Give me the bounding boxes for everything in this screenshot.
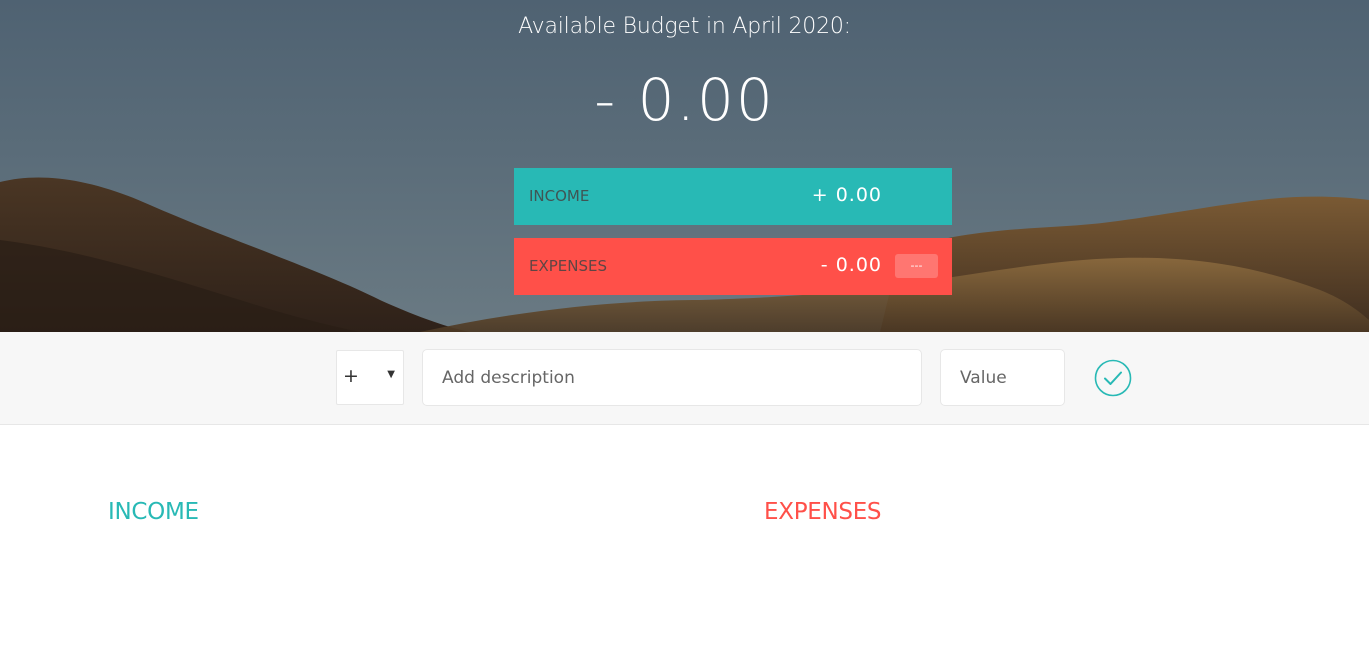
budget-title: Available Budget in April 2020: [518, 14, 851, 39]
expenses-summary-label: EXPENSES [529, 257, 608, 275]
value-input[interactable] [940, 349, 1065, 406]
income-summary: INCOME + 0.00 [514, 168, 952, 225]
type-select[interactable]: + ▼ [336, 350, 404, 405]
expenses-summary: EXPENSES - 0.00 --- [514, 238, 952, 295]
expenses-summary-value: - 0.00 [820, 254, 882, 276]
budget-panel: Available Budget in April 2020: - 0.00 I… [0, 0, 1369, 332]
income-summary-value: + 0.00 [811, 184, 882, 206]
description-input[interactable] [422, 349, 922, 406]
expenses-list-title: EXPENSES [764, 499, 882, 525]
checkmark-circle-icon [1094, 359, 1132, 397]
dropdown-arrow-icon: ▼ [387, 369, 395, 380]
budget-header: Available Budget in April 2020: - 0.00 I… [0, 0, 1369, 332]
expenses-percentage-badge: --- [895, 254, 938, 278]
type-select-value: + [343, 365, 359, 387]
add-item-button[interactable] [1094, 359, 1132, 397]
income-summary-label: INCOME [529, 187, 590, 205]
budget-value: - 0.00 [594, 66, 775, 134]
add-item-bar: + ▼ [0, 332, 1369, 425]
income-list-title: INCOME [108, 499, 199, 525]
